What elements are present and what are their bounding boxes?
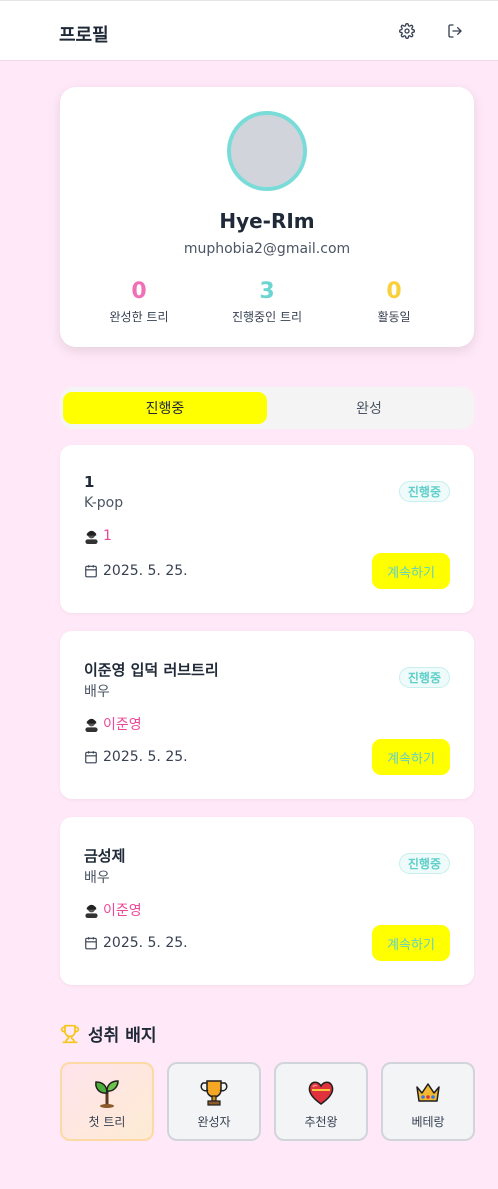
heart-icon	[307, 1078, 335, 1108]
stat-completed-trees: 0 완성한 트리	[69, 279, 209, 325]
tree-category: 배우	[84, 684, 110, 700]
stat-label: 활동일	[377, 310, 411, 324]
tab-completed[interactable]: 완성	[267, 392, 471, 424]
stat-in-progress-trees: 3 진행중인 트리	[197, 279, 337, 325]
profile-name: Hye-RIm	[219, 209, 315, 233]
app-header: 프로필	[0, 0, 498, 61]
tree-person: 이준영	[84, 714, 142, 734]
tree-date: 2025. 5. 25.	[84, 749, 188, 765]
badge-label: 추천왕	[304, 1115, 338, 1129]
tree-card[interactable]: 금성제 배우 진행중 이준영 2025. 5. 25. 계속하기	[60, 817, 474, 985]
trophy-icon	[200, 1078, 228, 1108]
person-icon	[85, 530, 98, 544]
tree-title: 1	[84, 473, 95, 491]
tree-title: 이준영 입덕 러브트리	[84, 661, 219, 679]
badge-first-tree[interactable]: 첫 트리	[60, 1062, 154, 1141]
badge-label: 첫 트리	[88, 1115, 126, 1129]
date-text: 2025. 5. 25.	[103, 563, 188, 579]
tree-status-tabs: 진행중 완성	[60, 387, 474, 429]
stat-active-days: 0 활동일	[324, 279, 464, 325]
settings-gear-icon[interactable]	[397, 21, 417, 41]
date-text: 2025. 5. 25.	[103, 935, 188, 951]
crown-icon	[414, 1078, 442, 1108]
person-icon	[85, 718, 98, 732]
tree-card[interactable]: 이준영 입덕 러브트리 배우 진행중 이준영 2025. 5. 25. 계속하기	[60, 631, 474, 799]
date-text: 2025. 5. 25.	[103, 749, 188, 765]
tree-card[interactable]: 1 K-pop 진행중 1 2025. 5. 25. 계속하기	[60, 445, 474, 613]
sprout-icon	[93, 1078, 121, 1108]
logout-icon[interactable]	[445, 21, 465, 41]
badge-label: 완성자	[197, 1115, 231, 1129]
tree-category: 배우	[84, 870, 110, 886]
tree-category: K-pop	[84, 495, 124, 511]
status-badge: 진행중	[398, 853, 450, 874]
tree-title: 금성제	[84, 847, 126, 865]
trophy-icon	[60, 1024, 80, 1043]
status-badge: 진행중	[398, 481, 450, 502]
tab-in-progress[interactable]: 진행중	[63, 392, 267, 424]
badge-completer[interactable]: 완성자	[167, 1062, 261, 1141]
profile-card: Hye-RIm muphobia2@gmail.com 0 완성한 트리 3 진…	[60, 87, 474, 347]
status-badge: 진행중	[398, 667, 450, 688]
badge-recommender[interactable]: 추천왕	[274, 1062, 368, 1141]
person-name: 이준영	[103, 717, 142, 733]
tree-date: 2025. 5. 25.	[84, 935, 188, 951]
badge-veteran[interactable]: 베테랑	[381, 1062, 475, 1141]
tree-person: 이준영	[84, 900, 142, 920]
stat-value: 3	[259, 279, 275, 304]
calendar-icon	[85, 937, 97, 950]
continue-button[interactable]: 계속하기	[372, 553, 450, 589]
page-title: 프로필	[59, 25, 109, 46]
tree-person: 1	[84, 528, 112, 544]
stat-value: 0	[131, 279, 147, 304]
continue-button[interactable]: 계속하기	[372, 739, 450, 775]
profile-email: muphobia2@gmail.com	[183, 241, 351, 257]
person-name: 이준영	[103, 903, 142, 919]
tree-date: 2025. 5. 25.	[84, 563, 188, 579]
stat-value: 0	[386, 279, 402, 304]
calendar-icon	[85, 751, 97, 764]
person-icon	[85, 904, 98, 918]
badge-label: 베테랑	[411, 1115, 445, 1129]
stat-label: 진행중인 트리	[231, 310, 303, 324]
achievements-heading: 성취 배지	[60, 1021, 156, 1046]
stat-label: 완성한 트리	[109, 310, 169, 324]
achievements-title: 성취 배지	[88, 1026, 157, 1046]
avatar[interactable]	[227, 111, 307, 191]
calendar-icon	[85, 565, 97, 578]
continue-button[interactable]: 계속하기	[372, 925, 450, 961]
person-name: 1	[103, 528, 112, 544]
